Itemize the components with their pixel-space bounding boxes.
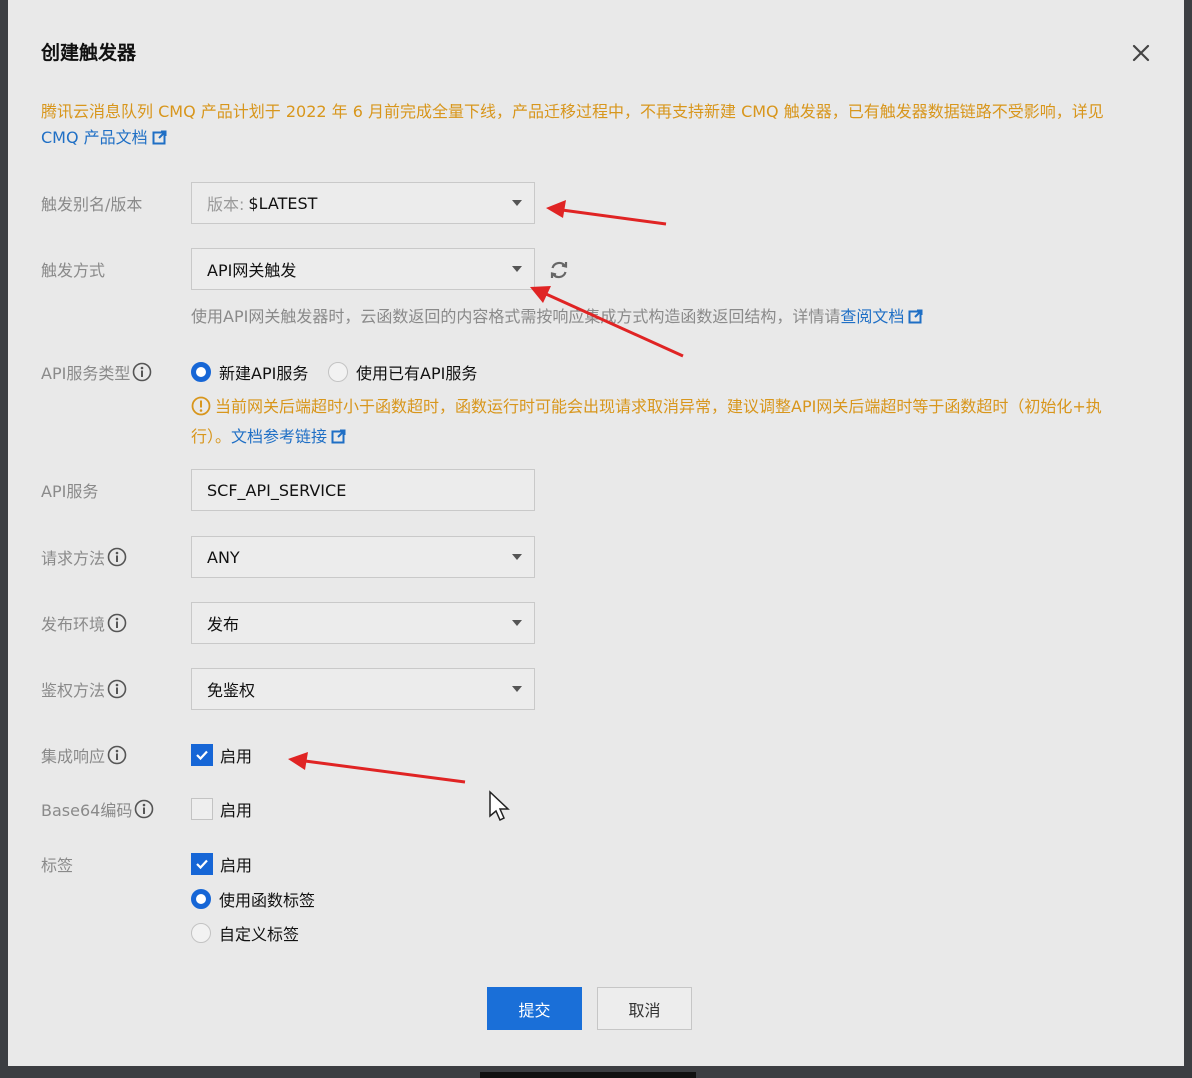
checkbox-unchecked[interactable] bbox=[191, 798, 213, 820]
check-icon bbox=[196, 750, 208, 761]
cmq-docs-link[interactable]: CMQ 产品文档 bbox=[41, 128, 148, 147]
chevron-down-icon bbox=[512, 620, 522, 626]
info-icon[interactable] bbox=[107, 679, 127, 699]
trigger-type-value: API网关触发 bbox=[207, 261, 297, 280]
submit-button[interactable]: 提交 bbox=[487, 987, 582, 1030]
api-service-value: SCF_API_SERVICE bbox=[207, 480, 347, 500]
radio-custom-tags[interactable]: 自定义标签 bbox=[191, 921, 299, 945]
radio-existing-api-service[interactable]: 使用已有API服务 bbox=[328, 360, 477, 384]
chevron-down-icon bbox=[512, 554, 522, 560]
chevron-down-icon bbox=[512, 266, 522, 272]
radio-function-tags[interactable]: 使用函数标签 bbox=[191, 887, 315, 911]
radio-existing-api-service-label: 使用已有API服务 bbox=[356, 364, 478, 383]
radio-custom-tags-label: 自定义标签 bbox=[219, 925, 300, 944]
create-trigger-dialog: 创建触发器 腾讯云消息队列 CMQ 产品计划于 2022 年 6 月前完成全量下… bbox=[8, 0, 1184, 1066]
docs-reference-link[interactable]: 文档参考链接 bbox=[231, 427, 327, 446]
request-method-select[interactable]: ANY bbox=[191, 536, 535, 578]
api-service-label-text: API服务 bbox=[41, 482, 99, 501]
checkbox-checked[interactable] bbox=[191, 744, 213, 766]
base64-option: 启用 bbox=[220, 801, 253, 820]
dialog-title: 创建触发器 bbox=[41, 42, 137, 64]
taskbar-strip bbox=[480, 1072, 696, 1078]
api-service-input[interactable]: SCF_API_SERVICE bbox=[191, 469, 535, 511]
version-prefix: 版本: bbox=[207, 195, 245, 214]
publish-env-label-text: 发布环境 bbox=[41, 615, 106, 634]
radio-new-api-service[interactable]: 新建API服务 bbox=[191, 360, 308, 384]
info-icon[interactable] bbox=[107, 745, 127, 765]
api-service-type-label-text: API服务类型 bbox=[41, 364, 131, 383]
cancel-button[interactable]: 取消 bbox=[597, 987, 692, 1030]
publish-env-select[interactable]: 发布 bbox=[191, 602, 535, 644]
alias-version-select[interactable]: 版本: $LATEST bbox=[191, 182, 535, 224]
request-method-label: 请求方法 bbox=[41, 545, 127, 569]
integration-response-option: 启用 bbox=[220, 747, 253, 766]
warning-text: 当前网关后端超时小于函数超时，函数运行时可能会出现请求取消异常，建议调整API网… bbox=[191, 397, 1102, 446]
auth-method-label: 鉴权方法 bbox=[41, 677, 127, 701]
radio-new-api-service-label: 新建API服务 bbox=[219, 364, 309, 383]
info-icon[interactable] bbox=[134, 799, 154, 819]
tags-option: 启用 bbox=[220, 856, 253, 875]
external-link-icon[interactable] bbox=[908, 309, 923, 328]
tags-label: 标签 bbox=[41, 852, 73, 876]
radio-unselected[interactable] bbox=[328, 362, 348, 382]
trigger-type-hint: 使用API网关触发器时，云函数返回的内容格式需按响应集成方式构造函数返回结构，详… bbox=[191, 303, 923, 328]
api-service-type-label: API服务类型 bbox=[41, 360, 152, 384]
api-service-label: API服务 bbox=[41, 478, 98, 502]
info-icon[interactable] bbox=[107, 547, 127, 567]
tags-checkbox[interactable]: 启用 bbox=[191, 852, 252, 876]
integration-response-label: 集成响应 bbox=[41, 743, 127, 767]
info-icon[interactable] bbox=[132, 362, 152, 382]
radio-selected[interactable] bbox=[191, 889, 211, 909]
external-link-icon[interactable] bbox=[331, 426, 346, 452]
integration-response-label-text: 集成响应 bbox=[41, 747, 106, 766]
trigger-type-select[interactable]: API网关触发 bbox=[191, 248, 535, 290]
trigger-type-label-text: 触发方式 bbox=[41, 261, 106, 280]
request-method-label-text: 请求方法 bbox=[41, 549, 106, 568]
chevron-down-icon bbox=[512, 200, 522, 206]
publish-env-value: 发布 bbox=[207, 615, 240, 634]
alias-version-label: 触发别名/版本 bbox=[41, 191, 142, 215]
info-icon[interactable] bbox=[107, 613, 127, 633]
close-button[interactable] bbox=[1126, 38, 1156, 68]
base64-label-text: Base64编码 bbox=[41, 801, 133, 820]
checkbox-checked[interactable] bbox=[191, 853, 213, 875]
warning-icon bbox=[191, 396, 211, 424]
refresh-icon[interactable] bbox=[548, 259, 570, 281]
hint-text: 使用API网关触发器时，云函数返回的内容格式需按响应集成方式构造函数返回结构，详… bbox=[191, 307, 841, 326]
timeout-warning: 当前网关后端超时小于函数超时，函数运行时可能会出现请求取消异常，建议调整API网… bbox=[191, 394, 1121, 452]
version-value: $LATEST bbox=[248, 193, 318, 213]
auth-method-value: 免鉴权 bbox=[207, 681, 256, 700]
trigger-type-label: 触发方式 bbox=[41, 257, 105, 281]
external-link-icon[interactable] bbox=[152, 127, 167, 153]
request-method-value: ANY bbox=[207, 547, 240, 567]
integration-response-checkbox[interactable]: 启用 bbox=[191, 743, 252, 767]
alias-version-label-text: 触发别名/版本 bbox=[41, 195, 143, 214]
auth-method-label-text: 鉴权方法 bbox=[41, 681, 106, 700]
tags-label-text: 标签 bbox=[41, 856, 74, 875]
notice-text: 腾讯云消息队列 CMQ 产品计划于 2022 年 6 月前完成全量下线，产品迁移… bbox=[41, 102, 1104, 121]
publish-env-label: 发布环境 bbox=[41, 611, 127, 635]
chevron-down-icon bbox=[512, 686, 522, 692]
radio-selected[interactable] bbox=[191, 362, 211, 382]
base64-label: Base64编码 bbox=[41, 797, 154, 821]
auth-method-select[interactable]: 免鉴权 bbox=[191, 668, 535, 710]
radio-function-tags-label: 使用函数标签 bbox=[219, 891, 316, 910]
check-icon bbox=[196, 859, 208, 870]
radio-unselected[interactable] bbox=[191, 923, 211, 943]
close-icon bbox=[1132, 44, 1150, 62]
cmq-offline-notice: 腾讯云消息队列 CMQ 产品计划于 2022 年 6 月前完成全量下线，产品迁移… bbox=[41, 99, 1141, 153]
base64-checkbox[interactable]: 启用 bbox=[191, 797, 252, 821]
view-docs-link[interactable]: 查阅文档 bbox=[840, 307, 904, 326]
